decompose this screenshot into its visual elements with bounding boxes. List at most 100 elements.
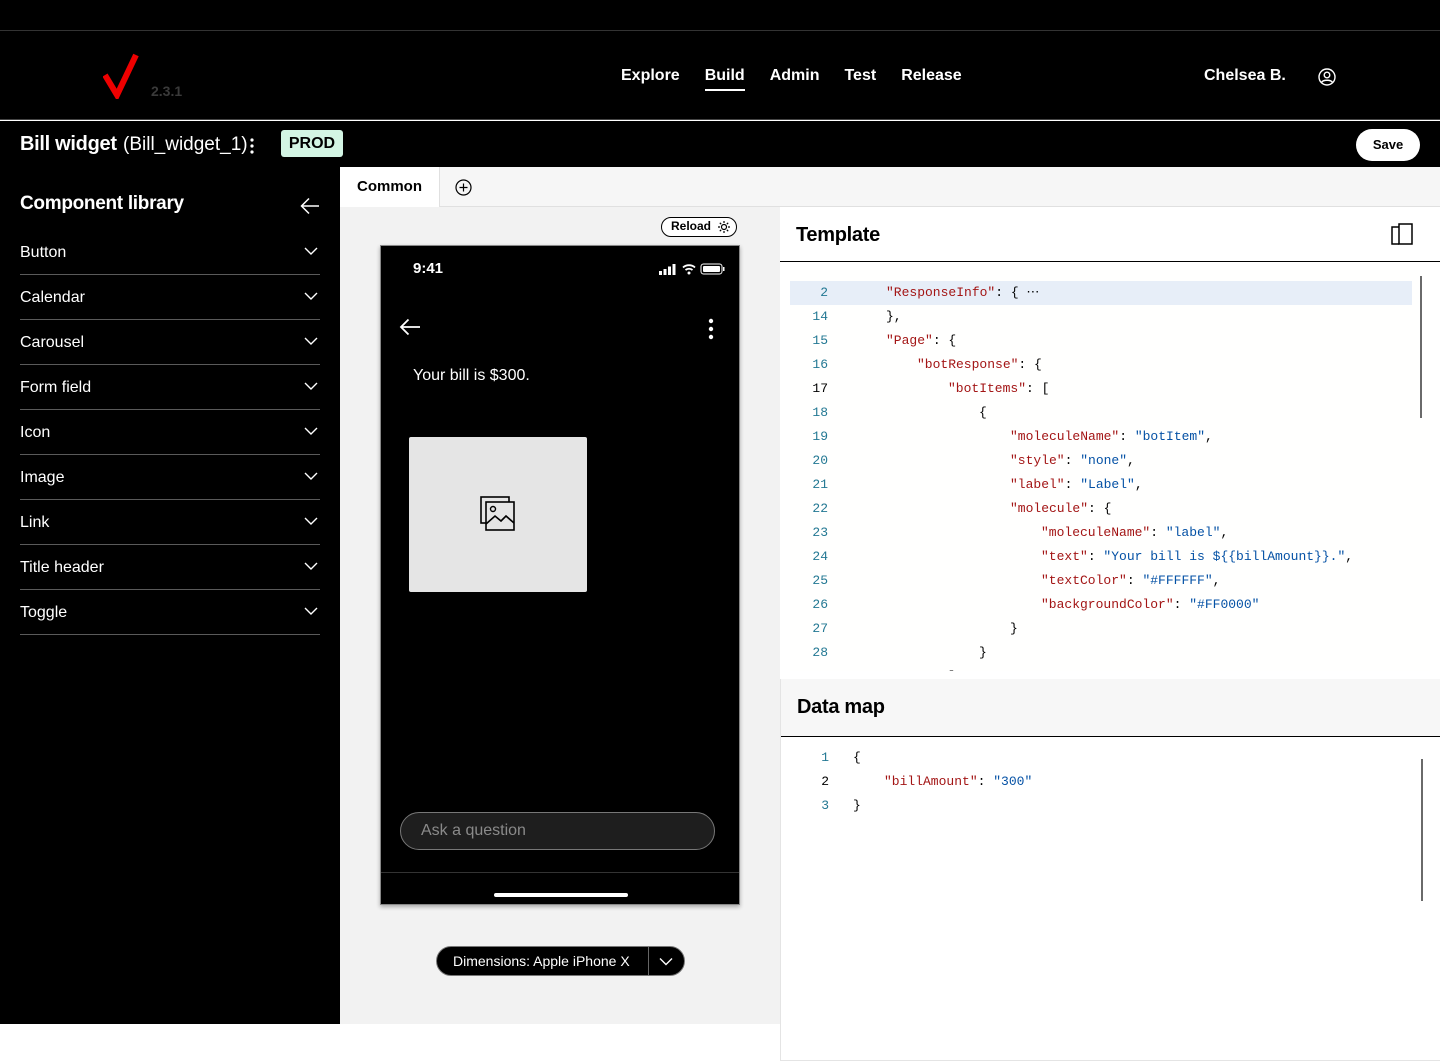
code-token: : { <box>932 333 957 348</box>
code-line[interactable]: 19 "moleculeName": "botItem", <box>790 425 1412 449</box>
sidebar-title: Component library <box>20 193 184 214</box>
sidebar-item-label: Icon <box>20 424 51 441</box>
code-token: , <box>1345 549 1354 564</box>
save-button[interactable]: Save <box>1356 129 1420 161</box>
code-line[interactable]: 25 "textColor": "#FFFFFF", <box>790 569 1412 593</box>
nav-admin[interactable]: Admin <box>770 67 820 91</box>
dimensions-label: Dimensions: Apple iPhone X <box>453 953 630 969</box>
code-token: { <box>979 405 987 420</box>
code-line[interactable]: 18 { <box>790 401 1412 425</box>
code-text: "Page": { <box>886 329 956 353</box>
code-text: } <box>979 641 987 665</box>
sidebar-item-carousel[interactable]: Carousel <box>20 320 320 365</box>
datamap-title: Data map <box>797 696 885 718</box>
split-view-icon[interactable] <box>1390 222 1414 246</box>
code-token: "botItem" <box>1134 429 1206 444</box>
sidebar-item-label: Title header <box>20 559 104 576</box>
code-line[interactable]: 28} <box>790 641 1412 665</box>
ask-question-input[interactable]: Ask a question <box>400 812 715 850</box>
tab-common[interactable]: Common <box>340 167 440 207</box>
user-name[interactable]: Chelsea B. <box>1204 67 1286 85</box>
add-tab-icon[interactable] <box>455 179 472 196</box>
phone-more-icon[interactable] <box>708 318 714 340</box>
code-text: { <box>853 746 861 770</box>
code-token: ⋯ <box>1018 285 1040 300</box>
code-token: } <box>1010 621 1018 636</box>
code-line[interactable]: 15 "Page": { <box>790 329 1412 353</box>
reload-button[interactable]: Reload <box>661 217 737 237</box>
line-number: 2 <box>820 285 828 300</box>
code-token: : <box>1119 429 1135 444</box>
code-text: "style": "none", <box>1010 449 1135 473</box>
code-token: "ResponseInfo" <box>886 285 996 300</box>
code-token: "Your bill is ${{billAmount}}." <box>1103 549 1346 564</box>
code-token: "Label" <box>1080 477 1135 492</box>
code-text: "billAmount": "300" <box>884 770 1032 794</box>
code-token: "300" <box>993 774 1033 789</box>
code-text: { <box>979 401 987 425</box>
code-token: : <box>1087 549 1104 564</box>
tabs-bar: Common <box>340 167 1440 207</box>
nav-build[interactable]: Build <box>704 67 745 91</box>
page-footer-space <box>0 1024 780 1061</box>
sidebar-item-form-field[interactable]: Form field <box>20 365 320 410</box>
collapse-sidebar-icon[interactable] <box>300 197 320 215</box>
code-line[interactable]: 20 "style": "none", <box>790 449 1412 473</box>
code-line[interactable]: 24 "text": "Your bill is ${{billAmount}}.… <box>790 545 1412 569</box>
dimensions-selector[interactable]: Dimensions: Apple iPhone X <box>436 946 685 976</box>
code-token: : <box>1173 597 1190 612</box>
sidebar-item-label: Image <box>20 469 65 486</box>
sidebar-item-toggle[interactable]: Toggle <box>20 590 320 635</box>
code-line[interactable]: 21 "label": "Label", <box>790 473 1412 497</box>
datamap-code-editor[interactable]: 1{2 "billAmount": "300" 3} <box>791 746 1431 1046</box>
nav-explore[interactable]: Explore <box>621 67 680 91</box>
code-line[interactable]: 23 "moleculeName": "label", <box>790 521 1412 545</box>
code-line[interactable]: 22 "molecule": { <box>790 497 1412 521</box>
env-badge: PROD <box>281 130 343 157</box>
code-line[interactable]: 2 "ResponseInfo": { ⋯ <box>790 281 1412 305</box>
user-profile-icon[interactable] <box>1318 68 1336 86</box>
code-line[interactable]: 1{ <box>791 746 1413 770</box>
code-line[interactable]: 14}, <box>790 305 1412 329</box>
phone-back-arrow-icon[interactable] <box>399 318 421 336</box>
line-number: 1 <box>821 750 829 765</box>
template-panel: Template 2 "ResponseInfo": { ⋯ 14}, 15 "Page… <box>780 207 1440 679</box>
widget-more-icon[interactable] <box>248 138 256 154</box>
nav-test[interactable]: Test <box>844 67 876 91</box>
sidebar-item-button[interactable]: Button <box>20 230 320 275</box>
chevron-down-icon <box>304 247 318 255</box>
code-token: , <box>1220 525 1229 540</box>
brand-logo-icon[interactable] <box>103 53 139 99</box>
code-token: "botResponse" <box>917 357 1019 372</box>
code-token: "Page" <box>886 333 933 348</box>
reload-label: Reload <box>671 219 712 233</box>
chevron-down-icon <box>304 517 318 525</box>
code-token: : <box>1064 453 1081 468</box>
code-line[interactable]: 27} <box>790 617 1412 641</box>
code-line[interactable]: 17 "botItems": [ <box>790 377 1412 401</box>
code-token: { <box>853 750 861 765</box>
code-line[interactable]: 26 "backgroundColor": "#FF0000" <box>790 593 1412 617</box>
sidebar-item-calendar[interactable]: Calendar <box>20 275 320 320</box>
code-token: , <box>1212 573 1221 588</box>
code-line[interactable]: 3} <box>791 794 1413 818</box>
sidebar-item-icon[interactable]: Icon <box>20 410 320 455</box>
code-token: : <box>1126 573 1143 588</box>
code-token: "moleculeName" <box>1041 525 1151 540</box>
sidebar-item-link[interactable]: Link <box>20 500 320 545</box>
template-code-editor[interactable]: 2 "ResponseInfo": { ⋯ 14}, 15 "Page": {16 "bo… <box>790 269 1430 671</box>
code-line[interactable]: 2 "billAmount": "300" <box>791 770 1413 794</box>
code-token: "#FFFFFF" <box>1142 573 1213 588</box>
line-number: 21 <box>812 477 828 492</box>
line-number: 22 <box>812 501 828 516</box>
code-line[interactable]: 29] <box>790 665 1412 671</box>
sidebar-item-image[interactable]: Image <box>20 455 320 500</box>
main-nav: Explore Build Admin Test Release <box>621 67 987 91</box>
code-line[interactable]: 16 "botResponse": { <box>790 353 1412 377</box>
nav-release[interactable]: Release <box>901 67 962 91</box>
template-scrollbar[interactable] <box>1420 276 1422 418</box>
line-number: 23 <box>812 525 828 540</box>
chevron-down-icon[interactable] <box>659 957 673 966</box>
sidebar-item-title-header[interactable]: Title header <box>20 545 320 590</box>
datamap-scrollbar[interactable] <box>1421 759 1423 901</box>
